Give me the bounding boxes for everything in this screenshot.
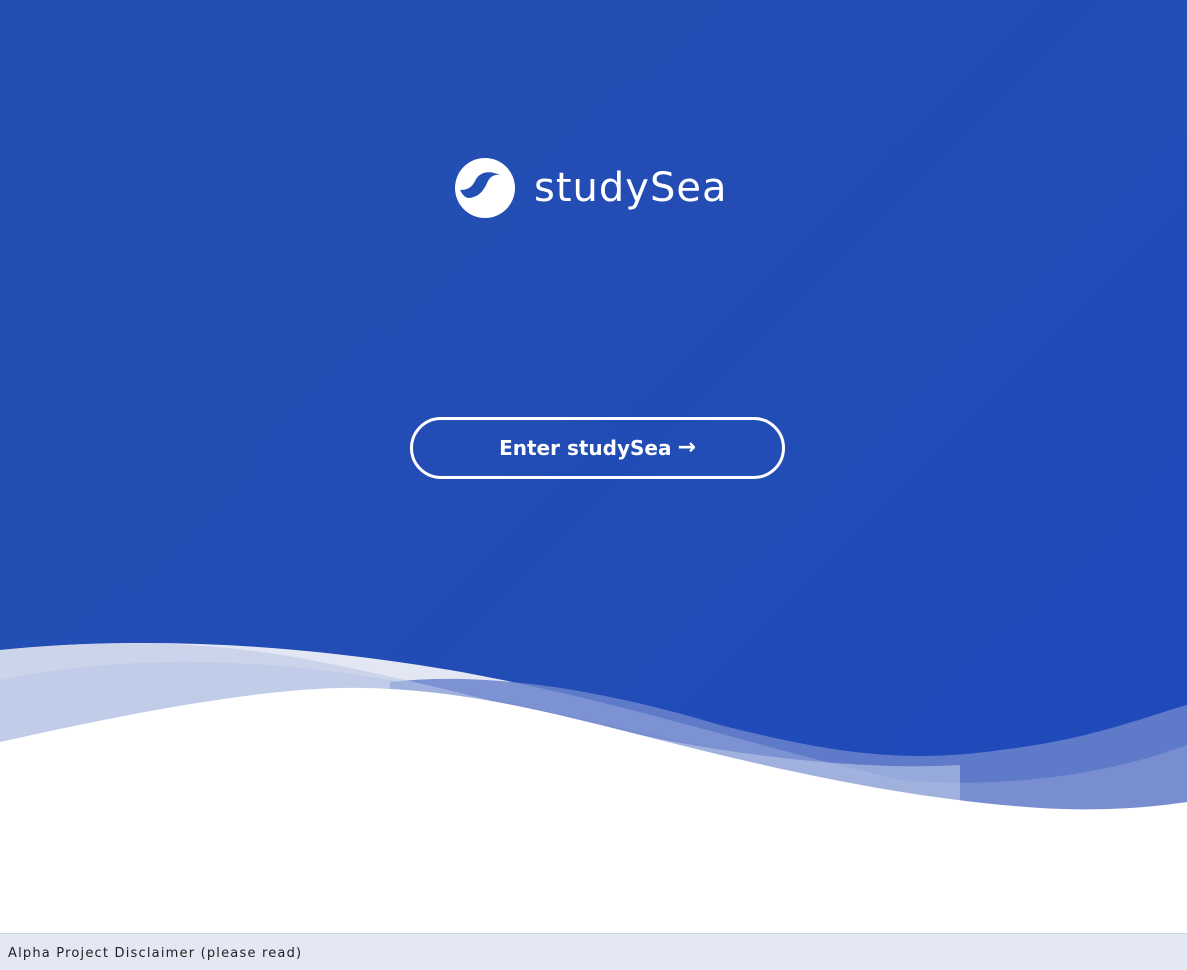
brand-header: studySea <box>454 157 727 219</box>
enter-studysea-button[interactable]: Enter studySea → <box>410 417 785 479</box>
brand-name: studySea <box>534 165 728 211</box>
arrow-right-icon: → <box>677 435 696 460</box>
wave-circle-logo-icon <box>455 158 515 218</box>
footer-bar: Alpha Project Disclaimer (please read) <box>0 933 1187 970</box>
disclaimer-link[interactable]: Alpha Project Disclaimer (please read) <box>8 946 302 961</box>
landing-page: studySea Enter studySea → Alpha Project … <box>0 0 1187 970</box>
enter-button-label: Enter studySea <box>499 436 672 460</box>
wave-decoration <box>0 642 1187 840</box>
